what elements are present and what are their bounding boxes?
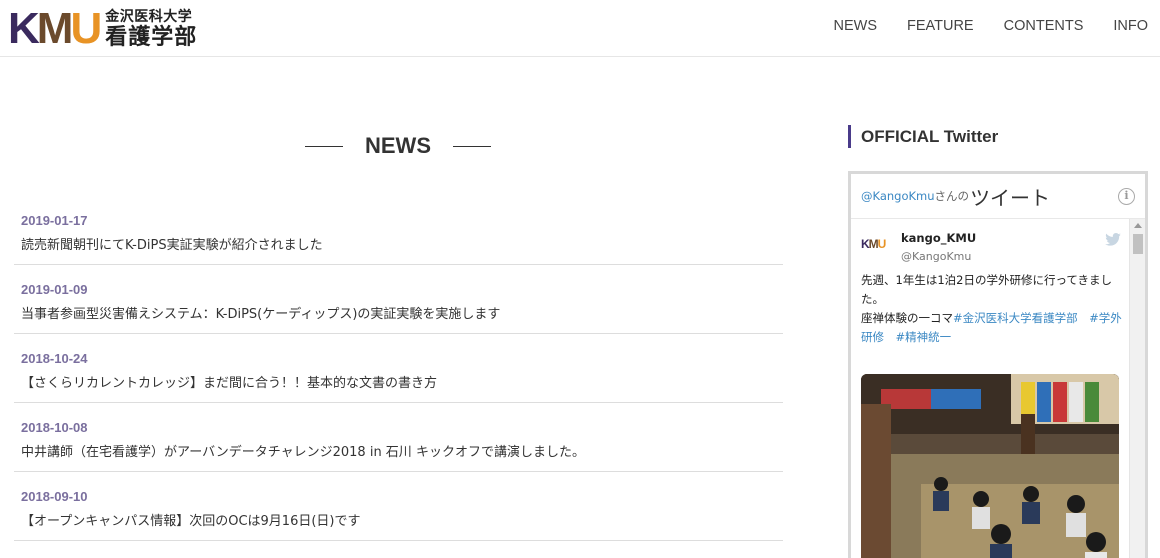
news-item[interactable]: 2019-01-17 読売新聞朝刊にてK-DiPS実証実験が紹介されました [14,196,783,265]
nav-news[interactable]: NEWS [834,18,878,34]
twitter-widget: @KangoKmu さんの ツイート i KMU kango_KMU @KangoK… [848,171,1148,558]
temple-photo-image [861,374,1119,558]
logo-letter-u: U [70,4,102,53]
news-date: 2019-01-17 [21,213,88,228]
twitter-handle-link[interactable]: @KangoKmu [861,189,935,203]
news-list: 2019-01-17 読売新聞朝刊にてK-DiPS実証実験が紹介されました 20… [14,196,783,541]
tweet-author-names: kango_KMU @KangoKmu [901,231,976,263]
logo-letter-m: M [36,4,74,53]
nav-contents[interactable]: CONTENTS [1004,18,1084,34]
twitter-bird-icon[interactable] [1105,231,1121,250]
news-title-link[interactable]: 【オープンキャンパス情報】次回のOCは9月16日(日)です [21,510,783,529]
news-title-link[interactable]: 中井講師（在宅看護学）がアーバンデータチャレンジ2018 in 石川 キックオフ… [21,441,783,460]
tweet-line: 先週、1年生は1泊2日の学外研修に行ってきました。 [861,273,1113,306]
news-date: 2018-09-10 [21,489,88,504]
logo-text: 金沢医科大学 看護学部 [105,10,197,48]
scroll-up-arrow-icon[interactable] [1133,223,1142,228]
site-header: KMU 金沢医科大学 看護学部 NEWS FEATURE CONTENTS IN… [0,0,1160,57]
main-nav: NEWS FEATURE CONTENTS INFO [804,0,1149,52]
news-title-link[interactable]: 当事者参画型災害備えシステム：K-DiPS(ケーディップス)の実証実験を実施しま… [21,303,783,322]
news-title: NEWS [365,133,431,158]
logo-faculty-name: 看護学部 [105,24,198,50]
news-item[interactable]: 2019-01-09 当事者参画型災害備えシステム：K-DiPS(ケーディップス… [14,265,783,334]
nav-feature[interactable]: FEATURE [907,18,974,34]
news-item[interactable]: 2018-09-10 【オープンキャンパス情報】次回のOCは9月16日(日)です [14,472,783,541]
tweet-author[interactable]: KMU kango_KMU @KangoKmu [861,231,976,263]
news-section-heading: NEWS [300,131,496,161]
twitter-section-heading: OFFICIAL Twitter [848,125,998,148]
twitter-widget-header: @KangoKmu さんの ツイート i [851,174,1145,219]
news-title-link[interactable]: 読売新聞朝刊にてK-DiPS実証実験が紹介されました [21,234,783,253]
heading-rule-left [305,145,343,147]
news-item[interactable]: 2018-10-24 【さくらリカレントカレッジ】まだ間に合う！！基本的な文書の… [14,334,783,403]
tweet-text: 先週、1年生は1泊2日の学外研修に行ってきました。 座禅体験の一コマ#金沢医科大… [861,271,1133,347]
hashtag-link[interactable]: #金沢医科大学看護学部 [953,311,1078,325]
twitter-scrollbar[interactable] [1129,219,1145,558]
news-date: 2018-10-08 [21,420,88,435]
logo-letter-k: K [8,4,40,53]
news-date: 2019-01-09 [21,282,88,297]
twitter-handle-suffix: さんの [934,189,970,203]
nav-info[interactable]: INFO [1113,18,1148,34]
scrollbar-thumb[interactable] [1132,234,1143,254]
news-date: 2018-10-24 [21,351,88,366]
avatar[interactable]: KMU [861,237,897,261]
logo-mark: KMU [8,4,102,53]
news-item[interactable]: 2018-10-08 中井講師（在宅看護学）がアーバンデータチャレンジ2018 … [14,403,783,472]
heading-rule-right [453,145,491,147]
twitter-timeline[interactable]: KMU kango_KMU @KangoKmu 先週、1年生は1泊2日の学外研修… [851,219,1145,558]
tweet-author-name[interactable]: kango_KMU [901,231,976,245]
tweet-author-handle[interactable]: @KangoKmu [901,250,976,263]
info-icon[interactable]: i [1118,188,1135,205]
twitter-widget-title: ツイート [970,185,1051,210]
site-logo[interactable]: KMU 金沢医科大学 看護学部 [8,4,197,53]
news-title-link[interactable]: 【さくらリカレントカレッジ】まだ間に合う！！基本的な文書の書き方 [21,372,783,391]
tweet-line: 座禅体験の一コマ [861,311,953,325]
tweet-photo[interactable] [861,374,1119,558]
hashtag-link[interactable]: #精神統一 [896,330,952,344]
logo-university-name: 金沢医科大学 [105,9,193,25]
